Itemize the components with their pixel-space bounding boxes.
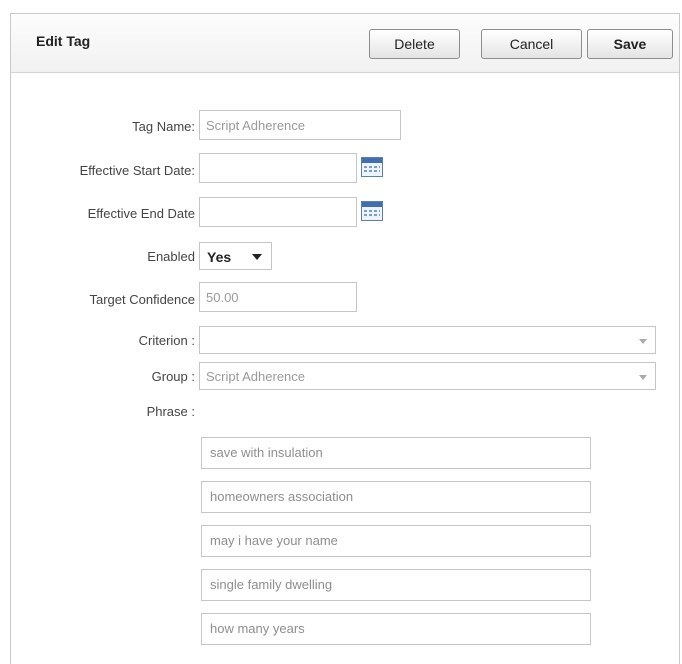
chevron-down-icon[interactable] <box>639 375 647 380</box>
enabled-select-value: Yes <box>207 249 232 265</box>
chevron-down-icon[interactable] <box>639 339 647 344</box>
chevron-down-icon <box>252 254 262 260</box>
phrase-label: Phrase : <box>146 404 195 419</box>
calendar-icon[interactable] <box>361 201 383 221</box>
phrase-input[interactable]: how many years <box>201 613 591 645</box>
enabled-label: Enabled <box>147 249 195 264</box>
start-date-input[interactable] <box>199 153 357 183</box>
group-label: Group : <box>151 369 195 384</box>
calendar-icon[interactable] <box>361 157 383 177</box>
phrase-input[interactable]: may i have your name <box>201 525 591 557</box>
panel-header: Edit Tag Delete Cancel Save <box>11 14 679 73</box>
tag-name-input[interactable] <box>199 110 401 140</box>
end-date-label: Effective End Date <box>87 206 195 221</box>
cancel-button[interactable]: Cancel <box>481 29 582 59</box>
delete-button[interactable]: Delete <box>369 29 460 59</box>
tag-name-label: Tag Name: <box>132 119 195 134</box>
start-date-label: Effective Start Date: <box>79 163 195 178</box>
save-button[interactable]: Save <box>587 29 673 59</box>
criterion-label: Criterion : <box>138 333 195 348</box>
target-confidence-input[interactable] <box>199 282 357 312</box>
group-combo[interactable]: Script Adherence <box>199 362 656 390</box>
criterion-combo[interactable] <box>199 326 656 354</box>
enabled-select[interactable]: Yes <box>199 242 272 270</box>
phrase-input[interactable]: homeowners association <box>201 481 591 513</box>
end-date-input[interactable] <box>199 197 357 227</box>
target-confidence-label: Target Confidence <box>89 292 195 307</box>
group-combo-value: Script Adherence <box>206 369 306 384</box>
phrase-input[interactable]: single family dwelling <box>201 569 591 601</box>
edit-tag-panel: Edit Tag Delete Cancel Save Tag Name: Ef… <box>10 13 680 664</box>
panel-title: Edit Tag <box>36 33 91 49</box>
phrase-input[interactable]: save with insulation <box>201 437 591 469</box>
